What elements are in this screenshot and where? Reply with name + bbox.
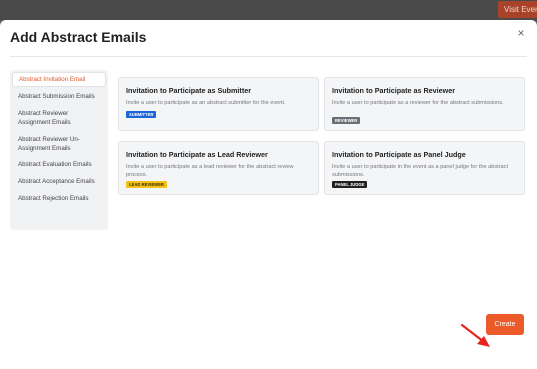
lead-reviewer-badge: LEAD REVIEWER — [126, 181, 167, 188]
create-button[interactable]: Create — [486, 314, 524, 335]
sidebar-item-abstract-reviewer-assignment-emails[interactable]: Abstract Reviewer Assignment Emails — [10, 109, 96, 127]
card-title: Invitation to Participate as Reviewer — [332, 86, 456, 95]
submitter-invitation-card[interactable]: Invitation to Participate as Submitter I… — [118, 77, 319, 131]
card-description: Invite a user to participate as an abstr… — [126, 100, 286, 106]
card-title: Invitation to Participate as Submitter — [126, 86, 252, 95]
submitter-badge: SUBMITTER — [126, 111, 157, 118]
card-title: Invitation to Participate as Lead Review… — [126, 150, 268, 159]
reviewer-badge: REVIEWER — [332, 117, 361, 124]
header-divider — [10, 56, 527, 57]
sidebar-item-abstract-submission-emails[interactable]: Abstract Submission Emails — [10, 92, 108, 101]
card-description: Invite a user to participate in the even… — [332, 164, 509, 178]
card-description: Invite a user to participate as a lead r… — [126, 164, 294, 178]
modal-title: Add Abstract Emails — [10, 29, 147, 45]
panel-judge-invitation-card[interactable]: Invitation to Participate as Panel Judge… — [324, 141, 525, 195]
reviewer-invitation-card[interactable]: Invitation to Participate as Reviewer In… — [324, 77, 525, 131]
panel-judge-badge: PANEL JUDGE — [332, 181, 368, 188]
email-category-sidebar: Abstract Invitation Email Abstract Submi… — [10, 70, 108, 230]
add-abstract-emails-modal: Add Abstract Emails × Abstract Invitatio… — [0, 20, 537, 369]
top-bar: Visit Event — [0, 0, 537, 20]
sidebar-item-abstract-acceptance-emails[interactable]: Abstract Acceptance Emails — [10, 177, 108, 186]
visit-event-button[interactable]: Visit Event — [498, 1, 537, 18]
sidebar-item-abstract-rejection-emails[interactable]: Abstract Rejection Emails — [10, 194, 108, 203]
card-description: Invite a user to participate as a review… — [332, 100, 504, 106]
sidebar-item-abstract-evaluation-emails[interactable]: Abstract Evaluation Emails — [10, 160, 108, 169]
card-title: Invitation to Participate as Panel Judge — [332, 150, 466, 159]
close-icon[interactable]: × — [514, 26, 528, 40]
sidebar-item-abstract-reviewer-unassignment-emails[interactable]: Abstract Reviewer Un-Assignment Emails — [10, 135, 102, 153]
sidebar-item-abstract-invitation-email[interactable]: Abstract Invitation Email — [12, 72, 106, 87]
lead-reviewer-invitation-card[interactable]: Invitation to Participate as Lead Review… — [118, 141, 319, 195]
